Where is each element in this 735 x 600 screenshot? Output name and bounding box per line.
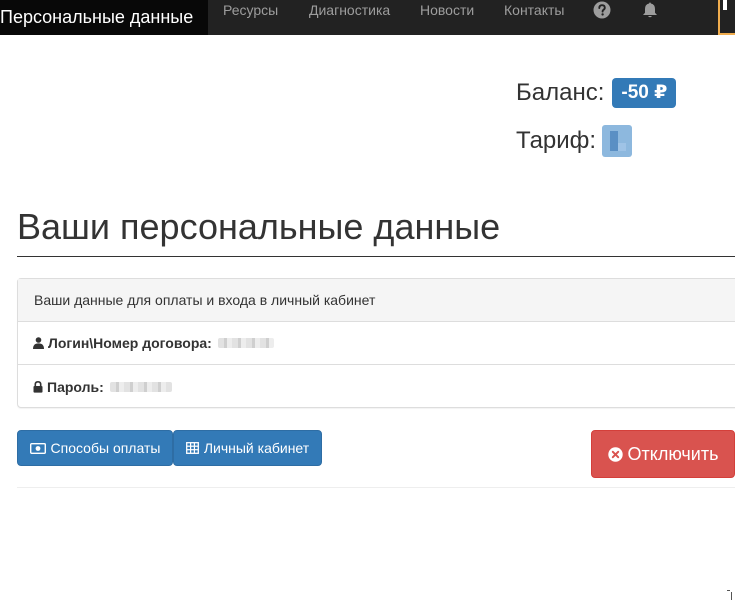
balance-badge: -50 ₽ [612,78,677,108]
corner-mark [727,590,735,600]
user-icon [723,0,727,10]
disconnect-label: Отключить [627,443,719,464]
bell-icon[interactable] [639,0,661,20]
balance-label: Баланс: [516,79,605,106]
login-label: Логин\Номер договора: [48,335,212,351]
tariff-row: Тариф: [516,124,633,158]
table-icon [185,442,199,454]
credentials-panel: Ваши данные для оплаты и входа в личный … [17,278,735,408]
personal-cabinet-label: Личный кабинет [203,440,310,456]
login-value-redacted [217,338,274,348]
balance-row: Баланс: -50 ₽ [516,78,677,108]
help-icon[interactable] [591,0,613,20]
close-circle-icon [607,446,623,462]
disconnect-button[interactable]: Отключить [591,430,735,478]
money-icon [29,442,46,454]
payment-methods-label: Способы оплаты [50,440,161,456]
panel-heading: Ваши данные для оплаты и входа в личный … [18,279,735,322]
page-title: Ваши персональные данные [17,206,501,247]
user-icon [33,337,44,349]
nav-link-resources[interactable]: Ресурсы [223,0,278,35]
nav-link-contacts[interactable]: Контакты [504,0,564,35]
tariff-label: Тариф: [516,127,597,154]
password-value-redacted [109,381,172,392]
payment-methods-button[interactable]: Способы оплаты [17,430,173,466]
top-navbar: Персональные данные Ресурсы Диагностика … [0,0,735,35]
nav-link-news[interactable]: Новости [420,0,474,35]
navbar-user-button[interactable] [718,0,735,35]
bottom-divider [17,487,735,488]
password-row: Пароль: [18,365,735,408]
login-row: Логин\Номер договора: [18,322,735,365]
title-divider [17,256,735,257]
tariff-value-redacted [602,125,633,157]
nav-link-diagnostics[interactable]: Диагностика [309,0,390,35]
navbar-brand[interactable]: Персональные данные [0,0,208,35]
personal-cabinet-button[interactable]: Личный кабинет [173,430,322,466]
password-label: Пароль: [47,378,104,395]
lock-icon [33,380,43,393]
